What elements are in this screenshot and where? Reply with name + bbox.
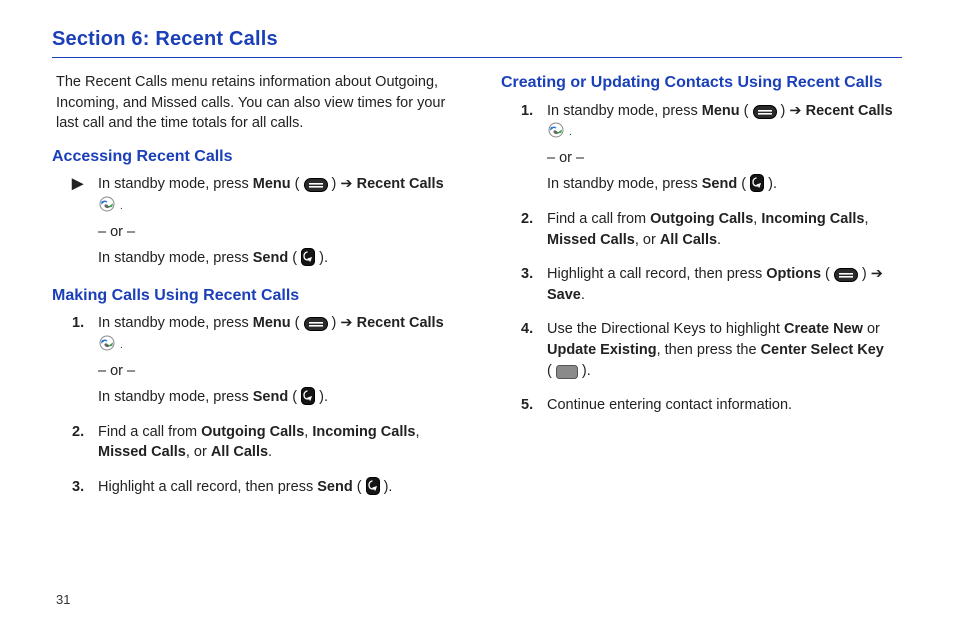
send-label: Send <box>317 479 352 495</box>
send-key-icon <box>366 477 380 495</box>
center-select-key-label: Center Select Key <box>761 342 884 358</box>
send-key-icon <box>301 387 315 405</box>
text: In standby mode, press <box>547 103 698 119</box>
creating-step-1: 1. In standby mode, press Menu ( ) ➔ Rec… <box>521 101 902 201</box>
page-number: 31 <box>56 592 70 607</box>
heading-accessing: Accessing Recent Calls <box>52 146 453 169</box>
menu-label: Menu <box>253 176 291 192</box>
text: In standby mode, press <box>98 315 249 331</box>
creating-step-4: 4. Use the Directional Keys to highlight… <box>521 319 902 387</box>
update-existing-label: Update Existing <box>547 342 657 358</box>
menu-key-icon <box>304 178 328 192</box>
text: In standby mode, press <box>98 389 249 405</box>
title-rule <box>52 57 902 58</box>
left-column: The Recent Calls menu retains informatio… <box>52 72 453 512</box>
creating-step-5: 5. Continue entering contact information… <box>521 395 902 422</box>
text: . <box>120 340 123 351</box>
recent-calls-icon <box>98 334 116 352</box>
text: . <box>581 287 585 303</box>
step-number: 1. <box>72 313 98 413</box>
all-calls-label: All Calls <box>211 444 268 460</box>
text: , <box>753 211 757 227</box>
outgoing-calls-label: Outgoing Calls <box>201 424 304 440</box>
text: . <box>268 444 272 460</box>
accessing-step: ▶ In standby mode, press Menu ( ) ➔ Rece… <box>72 174 453 274</box>
incoming-calls-label: Incoming Calls <box>761 211 864 227</box>
section-title: Section 6: Recent Calls <box>52 28 902 51</box>
options-label: Options <box>766 266 821 282</box>
making-step-1: 1. In standby mode, press Menu ( ) ➔ Rec… <box>72 313 453 413</box>
text: Continue entering contact information. <box>547 395 902 416</box>
menu-key-icon <box>304 317 328 331</box>
making-step-3: 3. Highlight a call record, then press S… <box>72 477 453 504</box>
step-number: 3. <box>72 477 98 504</box>
text: Use the Directional Keys to highlight <box>547 321 780 337</box>
text: Highlight a call record, then press <box>98 479 313 495</box>
arrow-right-icon: ➔ <box>871 266 883 282</box>
send-label: Send <box>253 250 288 266</box>
text: , <box>304 424 308 440</box>
outgoing-calls-label: Outgoing Calls <box>650 211 753 227</box>
text: , or <box>635 232 656 248</box>
step-number: 1. <box>521 101 547 201</box>
right-column: Creating or Updating Contacts Using Rece… <box>501 72 902 512</box>
save-label: Save <box>547 287 581 303</box>
creating-step-2: 2. Find a call from Outgoing Calls, Inco… <box>521 209 902 256</box>
create-new-label: Create New <box>784 321 863 337</box>
or-separator: – or – <box>547 148 902 169</box>
recent-calls-label: Recent Calls <box>357 315 444 331</box>
or-separator: – or – <box>98 361 453 382</box>
menu-label: Menu <box>253 315 291 331</box>
heading-making: Making Calls Using Recent Calls <box>52 285 453 308</box>
recent-calls-label: Recent Calls <box>806 103 893 119</box>
pointer-icon: ▶ <box>72 174 98 274</box>
making-step-2: 2. Find a call from Outgoing Calls, Inco… <box>72 422 453 469</box>
arrow-right-icon: ➔ <box>789 103 801 119</box>
text: In standby mode, press <box>98 250 249 266</box>
text: . <box>569 127 572 138</box>
text: , or <box>186 444 207 460</box>
step-number: 5. <box>521 395 547 422</box>
send-label: Send <box>702 176 737 192</box>
text: , <box>864 211 868 227</box>
menu-key-icon <box>834 268 858 282</box>
or-separator: – or – <box>98 222 453 243</box>
step-number: 2. <box>521 209 547 256</box>
text: . <box>717 232 721 248</box>
menu-label: Menu <box>702 103 740 119</box>
creating-step-3: 3. Highlight a call record, then press O… <box>521 264 902 311</box>
recent-calls-icon <box>98 195 116 213</box>
recent-calls-label: Recent Calls <box>357 176 444 192</box>
text: . <box>120 201 123 212</box>
text: , <box>415 424 419 440</box>
recent-calls-icon <box>547 121 565 139</box>
menu-key-icon <box>753 105 777 119</box>
arrow-right-icon: ➔ <box>340 315 352 331</box>
all-calls-label: All Calls <box>660 232 717 248</box>
center-select-key-icon <box>556 365 578 379</box>
text: Find a call from <box>547 211 646 227</box>
text: , then press the <box>657 342 757 358</box>
send-key-icon <box>301 248 315 266</box>
step-number: 4. <box>521 319 547 387</box>
send-key-icon <box>750 174 764 192</box>
missed-calls-label: Missed Calls <box>98 444 186 460</box>
intro-text: The Recent Calls menu retains informatio… <box>56 72 449 134</box>
text: Find a call from <box>98 424 197 440</box>
text: or <box>867 321 880 337</box>
text: In standby mode, press <box>547 176 698 192</box>
text: Highlight a call record, then press <box>547 266 762 282</box>
heading-creating: Creating or Updating Contacts Using Rece… <box>501 72 902 95</box>
send-label: Send <box>253 389 288 405</box>
arrow-right-icon: ➔ <box>340 176 352 192</box>
step-number: 2. <box>72 422 98 469</box>
incoming-calls-label: Incoming Calls <box>312 424 415 440</box>
missed-calls-label: Missed Calls <box>547 232 635 248</box>
text: In standby mode, press <box>98 176 249 192</box>
step-number: 3. <box>521 264 547 311</box>
